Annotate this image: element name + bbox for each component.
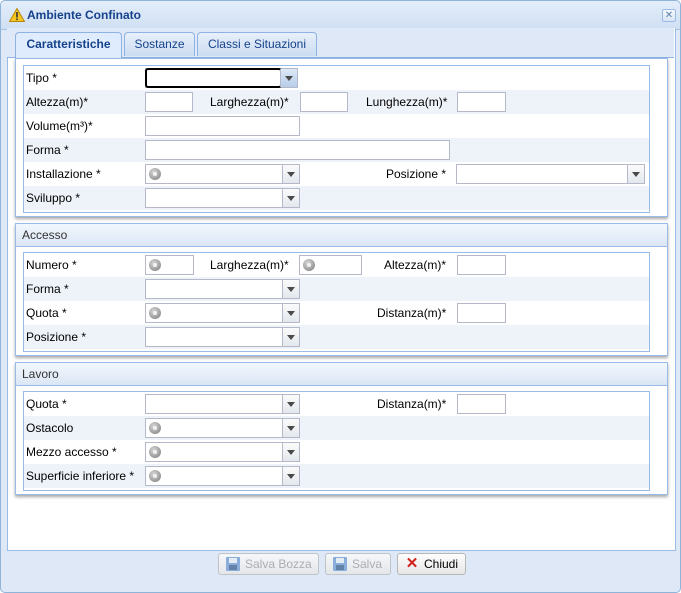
posizione-label: Posizione * — [386, 167, 447, 181]
gear-icon — [149, 470, 161, 482]
tab-label: Classi e Situazioni — [207, 37, 307, 51]
row-stripe — [24, 325, 649, 349]
numero-label: Numero * — [26, 258, 77, 272]
chevron-down-icon[interactable] — [282, 304, 299, 322]
gear-icon — [149, 307, 161, 319]
caratteristiche-panel: Tipo * Altezza(m)* Larghezza(m)* Lunghez… — [15, 58, 668, 217]
button-label: Salva Bozza — [245, 557, 312, 571]
gear-icon — [303, 259, 315, 271]
accesso-fieldset: Numero * Larghezza(m)* Altezza(m)* Forma… — [23, 252, 650, 352]
chevron-down-icon[interactable] — [282, 467, 299, 485]
row-stripe — [24, 186, 649, 210]
larghezza-input[interactable] — [300, 92, 348, 112]
superficie-inferiore-combo[interactable] — [145, 466, 300, 486]
tipo-combo[interactable] — [145, 68, 298, 88]
accesso-header: Accesso — [16, 224, 667, 247]
quota-label: Quota * — [26, 306, 67, 320]
title-bar[interactable]: Ambiente Confinato ✕ — [1, 1, 680, 30]
tab-label: Sostanze — [134, 37, 185, 51]
gear-icon — [149, 446, 161, 458]
sviluppo-label: Sviluppo * — [26, 191, 81, 205]
tipo-label: Tipo * — [26, 71, 57, 85]
posizione-combo[interactable] — [456, 164, 645, 184]
chiudi-button[interactable]: ✕ Chiudi — [397, 553, 466, 575]
salva-bozza-button[interactable]: Salva Bozza — [218, 553, 319, 575]
distanza-input[interactable] — [457, 394, 506, 414]
chevron-down-icon[interactable] — [282, 443, 299, 461]
chevron-down-icon[interactable] — [282, 419, 299, 437]
larghezza-label: Larghezza(m)* — [210, 258, 289, 272]
installazione-label: Installazione * — [26, 167, 101, 181]
accesso-title: Accesso — [22, 228, 68, 242]
tab-label: Caratteristiche — [26, 37, 111, 51]
posizione-combo[interactable] — [145, 327, 300, 347]
numero-input[interactable] — [145, 255, 194, 275]
chevron-down-icon[interactable] — [282, 395, 299, 413]
dialog-title: Ambiente Confinato — [27, 8, 141, 22]
forma-combo[interactable] — [145, 279, 300, 299]
lavoro-title: Lavoro — [22, 367, 59, 381]
altezza-label: Altezza(m)* — [384, 258, 447, 272]
forma-input[interactable] — [145, 140, 450, 160]
lavoro-panel: Lavoro Quota * Distanza(m)* Ostacolo Mez… — [15, 362, 668, 495]
altezza-label: Altezza(m)* — [26, 95, 89, 109]
quota-label: Quota * — [26, 397, 67, 411]
save-icon — [333, 557, 347, 571]
chevron-down-icon[interactable] — [282, 165, 299, 183]
distanza-input[interactable] — [457, 303, 506, 323]
row-stripe — [24, 277, 649, 301]
volume-input[interactable] — [145, 116, 300, 136]
button-label: Chiudi — [424, 557, 459, 571]
larghezza-label: Larghezza(m)* — [210, 95, 289, 109]
altezza-input[interactable] — [145, 92, 193, 112]
accesso-panel: Accesso Numero * Larghezza(m)* Altezza(m… — [15, 223, 668, 356]
altezza-input[interactable] — [457, 255, 506, 275]
close-icon[interactable]: ✕ — [662, 9, 676, 22]
tab-caratteristiche[interactable]: Caratteristiche — [15, 32, 122, 58]
lavoro-header: Lavoro — [16, 363, 667, 386]
ostacolo-label: Ostacolo — [26, 421, 74, 435]
tab-sostanze[interactable]: Sostanze — [124, 32, 195, 56]
larghezza-input[interactable] — [299, 255, 362, 275]
forma-label: Forma * — [26, 282, 69, 296]
gear-icon — [149, 422, 161, 434]
distanza-label: Distanza(m)* — [377, 397, 447, 411]
ostacolo-combo[interactable] — [145, 418, 300, 438]
gear-icon — [149, 259, 161, 271]
lunghezza-input[interactable] — [457, 92, 506, 112]
chevron-down-icon[interactable] — [282, 189, 299, 207]
sviluppo-combo[interactable] — [145, 188, 300, 208]
close-red-icon: ✕ — [405, 555, 419, 572]
quota-combo[interactable] — [145, 303, 300, 323]
mezzo-accesso-combo[interactable] — [145, 442, 300, 462]
tab-strip: Caratteristiche Sostanze Classi e Situaz… — [7, 28, 674, 58]
chevron-down-icon[interactable] — [280, 69, 297, 87]
forma-label: Forma * — [26, 143, 69, 157]
tab-classi-situazioni[interactable]: Classi e Situazioni — [197, 32, 317, 56]
button-label: Salva — [352, 557, 383, 571]
lunghezza-label: Lunghezza(m)* — [366, 95, 448, 109]
installazione-combo[interactable] — [145, 164, 300, 184]
distanza-label: Distanza(m)* — [377, 306, 447, 320]
lavoro-fieldset: Quota * Distanza(m)* Ostacolo Mezzo acce… — [23, 391, 650, 491]
volume-label: Volume(m³)* — [26, 119, 93, 133]
chevron-down-icon[interactable] — [282, 328, 299, 346]
gear-icon — [149, 168, 161, 180]
posizione-label: Posizione * — [26, 330, 87, 344]
save-icon — [226, 557, 240, 571]
row-stripe — [24, 416, 649, 440]
chevron-down-icon[interactable] — [282, 280, 299, 298]
quota-combo[interactable] — [145, 394, 300, 414]
warning-icon — [9, 8, 25, 22]
caratteristiche-fieldset: Tipo * Altezza(m)* Larghezza(m)* Lunghez… — [23, 65, 650, 213]
superficie-inferiore-label: Superficie inferiore * — [26, 469, 135, 483]
tipo-input[interactable] — [145, 68, 282, 88]
mezzo-accesso-label: Mezzo accesso * — [26, 445, 117, 459]
chevron-down-icon[interactable] — [627, 165, 644, 183]
salva-button[interactable]: Salva — [325, 553, 391, 575]
